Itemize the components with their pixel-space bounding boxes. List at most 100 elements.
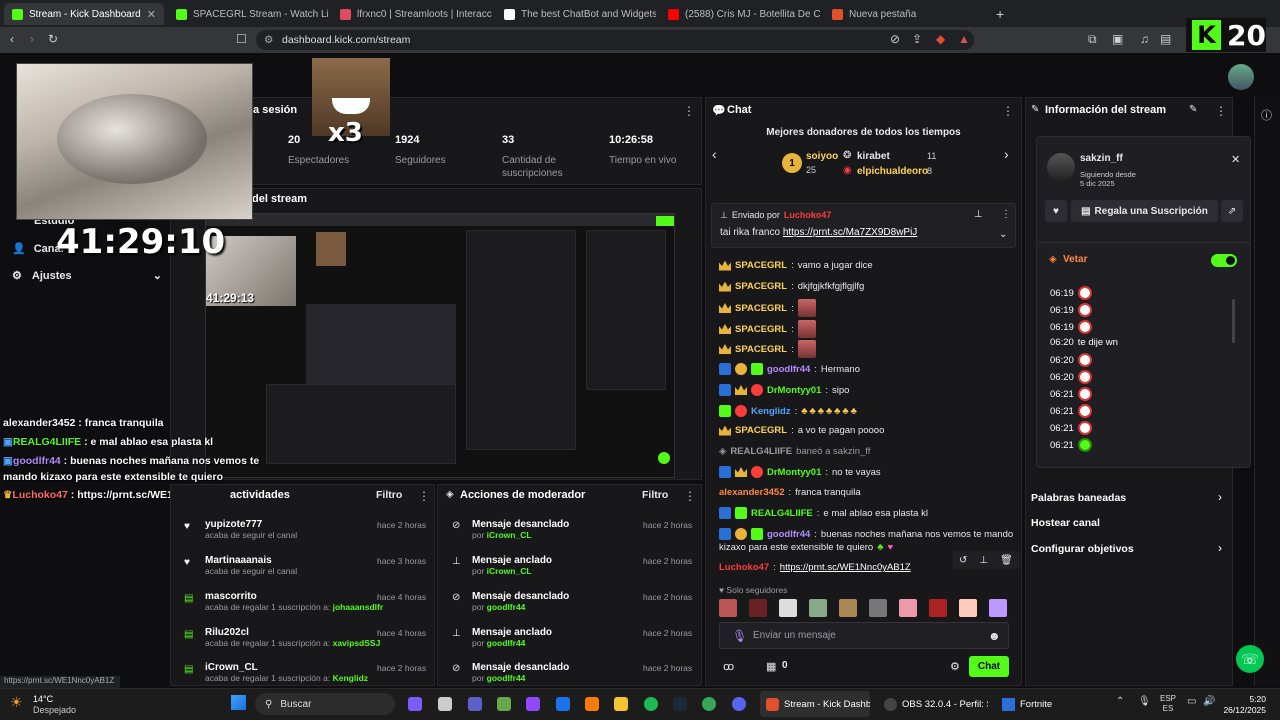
folder-icon[interactable] bbox=[614, 697, 628, 711]
menu-configure-goals[interactable]: Configurar objetivos bbox=[1031, 543, 1134, 555]
user-name[interactable]: sakzin_ff bbox=[1080, 153, 1123, 164]
brave-shields-icon[interactable]: ◆ bbox=[936, 32, 945, 46]
avatar[interactable] bbox=[1047, 153, 1075, 181]
more-options-icon[interactable]: ⋮ bbox=[1002, 104, 1014, 118]
delete-icon[interactable]: 🗑 bbox=[1000, 555, 1013, 566]
activity-user[interactable]: Rilu202cl bbox=[205, 627, 380, 638]
close-icon[interactable]: ✕ bbox=[1231, 153, 1240, 166]
taskbar-search[interactable]: ⚲ Buscar bbox=[255, 693, 395, 715]
emote-image[interactable] bbox=[809, 599, 827, 617]
rewards-icon[interactable]: ▲ bbox=[958, 32, 970, 46]
gift-sub-button[interactable]: ▤ Regala una Suscripción bbox=[1071, 200, 1218, 222]
activity-user[interactable]: mascorrito bbox=[205, 591, 383, 602]
follow-heart-button[interactable]: ♥ bbox=[1045, 200, 1067, 222]
chevron-left-icon[interactable]: ‹ bbox=[712, 146, 717, 162]
chat-user[interactable]: Luchoko47 bbox=[719, 562, 769, 573]
clock[interactable]: 5:20 26/12/2025 bbox=[1218, 694, 1266, 716]
emote-image[interactable] bbox=[899, 599, 917, 617]
ban-toggle[interactable] bbox=[1211, 254, 1237, 267]
more-options-icon[interactable]: ⋮ bbox=[1215, 104, 1227, 118]
chevron-right-icon[interactable]: › bbox=[1004, 146, 1009, 162]
volume-icon[interactable]: 🔊 bbox=[1203, 696, 1215, 707]
donor-name[interactable]: elpichualdeoro bbox=[857, 166, 928, 177]
mic-icon[interactable]: 🎙 bbox=[732, 629, 747, 643]
chat-input[interactable]: 🎙 Enviar un mensaje ☻ bbox=[719, 622, 1009, 649]
emote-image[interactable] bbox=[959, 599, 977, 617]
new-tab-button[interactable]: + bbox=[988, 3, 1008, 25]
gear-icon[interactable]: ⚙ bbox=[950, 660, 960, 673]
copilot-icon[interactable] bbox=[408, 697, 422, 711]
tab-kick-dashboard[interactable]: Stream - Kick Dashboard ✕ bbox=[4, 3, 164, 25]
activity-filter-button[interactable]: Filtro bbox=[376, 489, 402, 501]
sidebar-item-ajustes[interactable]: ⚙ Ajustes ⌄ bbox=[12, 269, 162, 282]
menu-host-channel[interactable]: Hostear canal bbox=[1031, 517, 1100, 529]
share-icon[interactable]: ⇪ bbox=[912, 32, 922, 46]
bookmark-icon[interactable]: ☐ bbox=[236, 32, 247, 46]
tab-streamloots[interactable]: lfrxnc0 | Streamloots | Interacciones bbox=[332, 3, 492, 25]
media-icon[interactable]: ♫ bbox=[1140, 32, 1149, 46]
tab-youtube[interactable]: (2588) Cris MJ - Botellita De Chan bbox=[660, 3, 820, 25]
info-icon[interactable]: ⓘ bbox=[1261, 107, 1272, 123]
forward-icon[interactable]: › bbox=[30, 32, 34, 46]
emote-image[interactable] bbox=[839, 599, 857, 617]
more-options-icon[interactable]: ⋮ bbox=[1001, 209, 1011, 220]
activity-target-user[interactable]: Kenglidz bbox=[333, 673, 368, 683]
sidebar-icon[interactable]: ▤ bbox=[1160, 32, 1171, 46]
windows-start-icon[interactable] bbox=[231, 695, 246, 710]
mod-user[interactable]: goodlfr44 bbox=[487, 638, 526, 648]
close-tab-icon[interactable]: ✕ bbox=[147, 8, 156, 21]
mod-user[interactable]: iCrown_CL bbox=[487, 530, 532, 540]
send-chat-button[interactable]: Chat bbox=[969, 656, 1009, 677]
chat-user[interactable]: goodlfr44 bbox=[767, 529, 810, 540]
mod-filter-button[interactable]: Filtro bbox=[642, 489, 668, 501]
chevron-right-icon[interactable]: › bbox=[1218, 490, 1222, 504]
edit-icon[interactable]: ✎ bbox=[1189, 104, 1197, 115]
weather-icon[interactable]: ☀ bbox=[10, 694, 23, 711]
reload-icon[interactable]: ↻ bbox=[48, 32, 58, 46]
app-icon[interactable] bbox=[497, 697, 511, 711]
back-icon[interactable]: ‹ bbox=[10, 32, 14, 46]
mute-icon[interactable]: ⊘ bbox=[890, 32, 900, 46]
chat-user[interactable]: SPACEGRL bbox=[735, 324, 787, 335]
screenshot-icon[interactable]: ▣ bbox=[1112, 32, 1123, 46]
more-options-icon[interactable]: ⋮ bbox=[684, 489, 696, 503]
tab-new[interactable]: Nueva pestaña bbox=[824, 3, 984, 25]
users-icon[interactable]: ꝏ bbox=[723, 660, 734, 673]
extensions-icon[interactable]: ⧉ bbox=[1088, 32, 1097, 47]
taskbar-app-browser[interactable]: Stream - Kick Dashboard bbox=[760, 691, 870, 717]
chat-user[interactable]: alexander3452 bbox=[719, 487, 785, 498]
link-button[interactable]: ⇗ bbox=[1221, 200, 1243, 222]
activity-user[interactable]: iCrown_CL bbox=[205, 662, 368, 673]
url-bar[interactable]: ⚙ dashboard.kick.com/stream bbox=[256, 30, 974, 50]
unpin-icon[interactable]: ⊥ bbox=[974, 209, 983, 220]
mod-user[interactable]: goodlfr44 bbox=[487, 602, 526, 612]
app-icon[interactable] bbox=[702, 697, 716, 711]
support-chat-button[interactable]: ☏ bbox=[1236, 645, 1264, 673]
app-icon[interactable] bbox=[526, 697, 540, 711]
mod-user[interactable]: iCrown_CL bbox=[487, 566, 532, 576]
tab-chatbot[interactable]: The best ChatBot and Widgets for Ki bbox=[496, 3, 656, 25]
activity-target-user[interactable]: johaaansdlfr bbox=[333, 602, 384, 612]
activity-target-user[interactable]: xavipsdSSJ bbox=[333, 638, 381, 648]
emoji-icon[interactable]: ☻ bbox=[988, 629, 1001, 643]
store-icon[interactable]: ▦ bbox=[766, 660, 776, 673]
emote-image[interactable] bbox=[989, 599, 1007, 617]
emote-image[interactable] bbox=[869, 599, 887, 617]
mic-icon[interactable]: 🎙 bbox=[1138, 696, 1151, 707]
tab-spacegrl[interactable]: SPACEGRL Stream - Watch Live on Ki bbox=[168, 3, 328, 25]
emote-image[interactable] bbox=[719, 599, 737, 617]
pin-icon[interactable]: ⊥ bbox=[979, 555, 988, 566]
donor-name[interactable]: kirabet bbox=[857, 151, 890, 162]
emote-image[interactable] bbox=[749, 599, 767, 617]
chevron-up-icon[interactable]: ⌃ bbox=[1116, 696, 1124, 707]
activity-user[interactable]: Martinaaanais bbox=[205, 555, 297, 566]
chat-user[interactable]: goodlfr44 bbox=[767, 364, 810, 375]
stream-video-preview[interactable]: 41:29:13 bbox=[205, 213, 675, 478]
more-options-icon[interactable]: ⋮ bbox=[418, 489, 430, 503]
donor-name[interactable]: soiyoo bbox=[806, 151, 838, 162]
chat-user[interactable]: Kenglidz bbox=[751, 406, 791, 417]
menu-banned-words[interactable]: Palabras baneadas bbox=[1031, 492, 1126, 504]
activity-user[interactable]: yupizote777 bbox=[205, 519, 297, 530]
taskview-icon[interactable] bbox=[438, 697, 452, 711]
timeout-icon[interactable]: ↺ bbox=[959, 555, 967, 566]
